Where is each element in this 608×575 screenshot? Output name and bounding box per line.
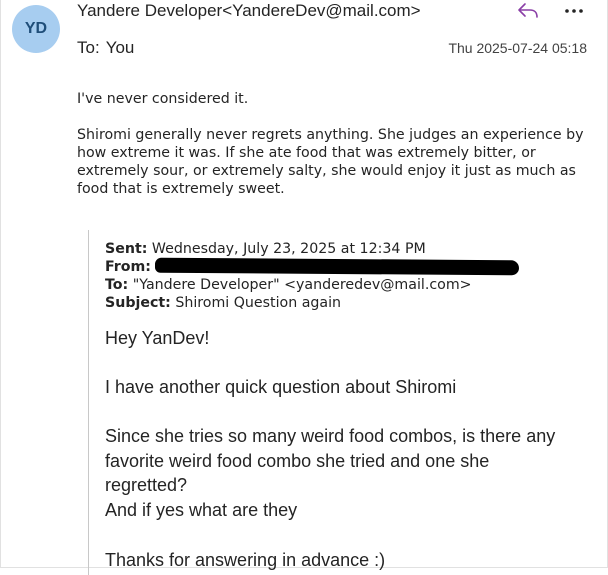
more-icon: [565, 9, 583, 13]
quoted-message: Sent: Wednesday, July 23, 2025 at 12:34 …: [88, 230, 608, 575]
quoted-from-line: From:: [105, 258, 151, 276]
reply-paragraph-1: I've never considered it.: [77, 91, 249, 107]
quoted-to-value: "Yandere Developer" <yanderedev@mail.com…: [132, 277, 472, 293]
quoted-to-label: To:: [105, 277, 129, 293]
received-date: Thu 2025-07-24 05:18: [448, 40, 587, 56]
sent-label: Sent:: [105, 241, 148, 257]
quoted-sent-line: Sent: Wednesday, July 23, 2025 at 12:34 …: [105, 240, 426, 258]
redaction-mark: [154, 257, 520, 276]
sent-value: Wednesday, July 23, 2025 at 12:34 PM: [151, 241, 426, 257]
recipient-line: To: You: [77, 38, 134, 58]
to-value[interactable]: You: [106, 38, 135, 57]
quoted-subject-line: Subject: Shiromi Question again: [105, 294, 341, 312]
to-label: To:: [77, 38, 100, 57]
quoted-body-line: Hey YanDev!: [105, 328, 210, 348]
quoted-body-line: Since she tries so many weird food combo…: [105, 426, 556, 495]
subject-value: Shiromi Question again: [175, 295, 342, 311]
more-actions-button[interactable]: [558, 0, 590, 24]
sender-name[interactable]: Yandere Developer<YandereDev@mail.com>: [77, 1, 421, 21]
avatar[interactable]: YD: [12, 5, 60, 53]
quoted-to-line: To: "Yandere Developer" <yanderedev@mail…: [105, 276, 472, 294]
reply-button[interactable]: [512, 0, 544, 24]
avatar-initials: YD: [24, 20, 48, 37]
quoted-body-line: And if yes what are they: [105, 500, 298, 520]
quoted-body-line: I have another quick question about Shir…: [105, 377, 457, 397]
subject-label: Subject:: [105, 295, 171, 311]
from-label: From:: [105, 259, 151, 275]
reply-paragraph-2: Shiromi generally never regrets anything…: [77, 127, 584, 197]
reply-icon: [518, 3, 538, 18]
